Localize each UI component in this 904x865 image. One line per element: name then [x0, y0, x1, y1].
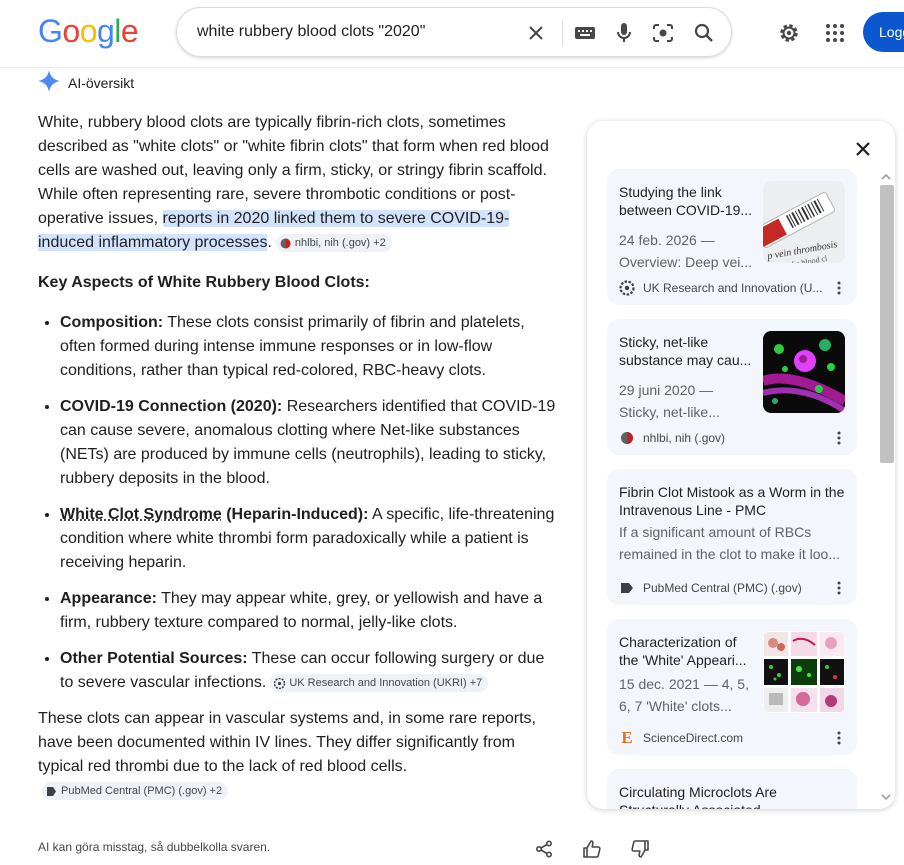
source-site[interactable]: PubMed Central (PMC) (.gov) [619, 579, 829, 597]
ai-overview-body: White, rubbery blood clots are typically… [38, 111, 560, 803]
source-thumbnail[interactable] [763, 331, 845, 413]
sciencedirect-icon: E [621, 728, 633, 747]
more-options-icon[interactable] [831, 429, 847, 447]
key-aspects-list: Composition: These clots consist primari… [38, 311, 560, 695]
apps-grid-icon[interactable] [822, 20, 848, 46]
source-card[interactable]: Characterization of the 'White' Appeari.… [607, 619, 857, 755]
source-snippet: 24 feb. 2026 — Overview: Deep vei... [619, 232, 753, 270]
logo-letter: o [62, 13, 80, 49]
nhlbi-icon [619, 430, 635, 446]
source-thumbnail[interactable] [763, 631, 845, 713]
source-title[interactable]: Studying the link between COVID-19... [619, 183, 757, 219]
citation-label: UK Research and Innovation (UKRI) +7 [289, 676, 483, 689]
settings-gear-icon[interactable] [776, 20, 802, 46]
white-clot-syndrome-link[interactable]: White Clot Syndrome [60, 506, 222, 523]
logo-letter: o [79, 13, 98, 49]
source-card[interactable]: Studying the link between COVID-19... 24… [607, 169, 857, 305]
key-aspects-heading: Key Aspects of White Rubbery Blood Clots… [38, 274, 370, 291]
scrollbar-thumb[interactable] [880, 185, 894, 463]
source-title[interactable]: Characterization of the 'White' Appeari.… [619, 633, 757, 669]
ai-overview-header: AI-översikt [38, 69, 135, 97]
source-site[interactable]: UK Research and Innovation (U... [619, 279, 829, 297]
more-options-icon[interactable] [831, 729, 847, 747]
source-title[interactable]: Sticky, net-like substance may cau... [619, 333, 757, 369]
ukri-icon [274, 677, 286, 690]
source-card[interactable]: Fibrin Clot Mistook as a Worm in the Int… [607, 469, 857, 605]
source-name: PubMed Central (PMC) (.gov) [643, 581, 802, 595]
search-icon[interactable] [692, 21, 716, 45]
source-thumbnail[interactable]: p vein thrombosis ation of a blood cl [763, 181, 845, 263]
ai-overview-label: AI-översikt [68, 75, 135, 91]
google-logo[interactable]: Google [38, 13, 139, 50]
close-panel-icon[interactable] [851, 137, 875, 161]
closing-paragraph: These clots can appear in vascular syste… [38, 707, 560, 803]
citation-label: nhlbi, nih (.gov) +2 [294, 236, 386, 249]
search-divider [562, 20, 563, 46]
bullet-term: Composition: [60, 314, 164, 331]
keyboard-icon[interactable] [573, 21, 597, 45]
citation-chip[interactable]: nhlbi, nih (.gov) +2 [275, 233, 392, 252]
bullet-term: Other Potential Sources: [60, 650, 248, 667]
intro-paragraph: White, rubbery blood clots are typically… [38, 111, 560, 255]
source-site[interactable]: nhlbi, nih (.gov) [619, 429, 829, 447]
microphone-icon[interactable] [612, 21, 636, 45]
citation-chip[interactable]: UK Research and Innovation (UKRI) +7 [270, 673, 489, 692]
bullet-term: COVID-19 Connection (2020): [60, 398, 283, 415]
search-box[interactable]: white rubbery blood clots "2020" [176, 7, 732, 57]
list-item: Composition: These clots consist primari… [60, 311, 560, 383]
logo-letter: l [114, 13, 121, 49]
more-options-icon[interactable] [831, 279, 847, 297]
logo-letter: G [38, 13, 63, 49]
source-snippet: 29 juni 2020 — Sticky, net-like... [619, 382, 720, 420]
thumbs-down-icon[interactable] [629, 838, 651, 860]
search-input[interactable]: white rubbery blood clots "2020" [197, 23, 517, 41]
list-item: White Clot Syndrome (Heparin-Induced): A… [60, 503, 560, 575]
login-button[interactable]: Logga in [863, 12, 904, 52]
sources-panel: Studying the link between COVID-19... 24… [587, 121, 895, 809]
bullet-term: (Heparin-Induced): [221, 506, 369, 523]
source-title[interactable]: Circulating Microclots Are Structurally … [619, 783, 789, 809]
intro-end: . [267, 234, 272, 251]
pmc-icon [46, 785, 57, 797]
sparkle-icon [38, 69, 60, 97]
source-site[interactable]: E ScienceDirect.com [619, 729, 829, 747]
source-snippet: 15 dec. 2021 — 4, 5, 6, 7 'White' clots.… [619, 676, 749, 714]
list-item: Appearance: They may appear white, grey,… [60, 587, 560, 635]
clear-icon[interactable] [524, 21, 548, 45]
closing-text: These clots can appear in vascular syste… [38, 710, 536, 775]
source-title[interactable]: Fibrin Clot Mistook as a Worm in the Int… [619, 483, 849, 519]
source-card[interactable]: Circulating Microclots Are Structurally … [607, 769, 857, 809]
thumbs-up-icon[interactable] [581, 838, 603, 860]
logo-letter: e [120, 13, 139, 49]
source-name: UK Research and Innovation (U... [643, 281, 823, 295]
source-name: ScienceDirect.com [643, 731, 744, 745]
source-card[interactable]: Sticky, net-like substance may cau... 29… [607, 319, 857, 455]
citation-chip[interactable]: PubMed Central (PMC) (.gov) +2 [42, 781, 229, 800]
source-snippet: If a significant amount of RBCs remained… [619, 524, 840, 562]
source-name: nhlbi, nih (.gov) [643, 431, 726, 445]
top-bar: Google white rubbery blood clots "2020" … [0, 0, 904, 68]
more-options-icon[interactable] [831, 579, 847, 597]
list-item: Other Potential Sources: These can occur… [60, 647, 560, 695]
logo-letter: g [96, 13, 115, 49]
bullet-term: Appearance: [60, 590, 157, 607]
pmc-icon [619, 580, 635, 596]
list-item: COVID-19 Connection (2020): Researchers … [60, 395, 560, 491]
nhlbi-icon [280, 237, 291, 249]
lens-camera-icon[interactable] [651, 21, 675, 45]
citation-label: PubMed Central (PMC) (.gov) +2 [61, 784, 223, 797]
share-icon[interactable] [533, 838, 555, 860]
ukri-icon [619, 280, 635, 296]
disclaimer-text: AI kan göra misstag, så dubbelkolla svar… [38, 840, 271, 854]
